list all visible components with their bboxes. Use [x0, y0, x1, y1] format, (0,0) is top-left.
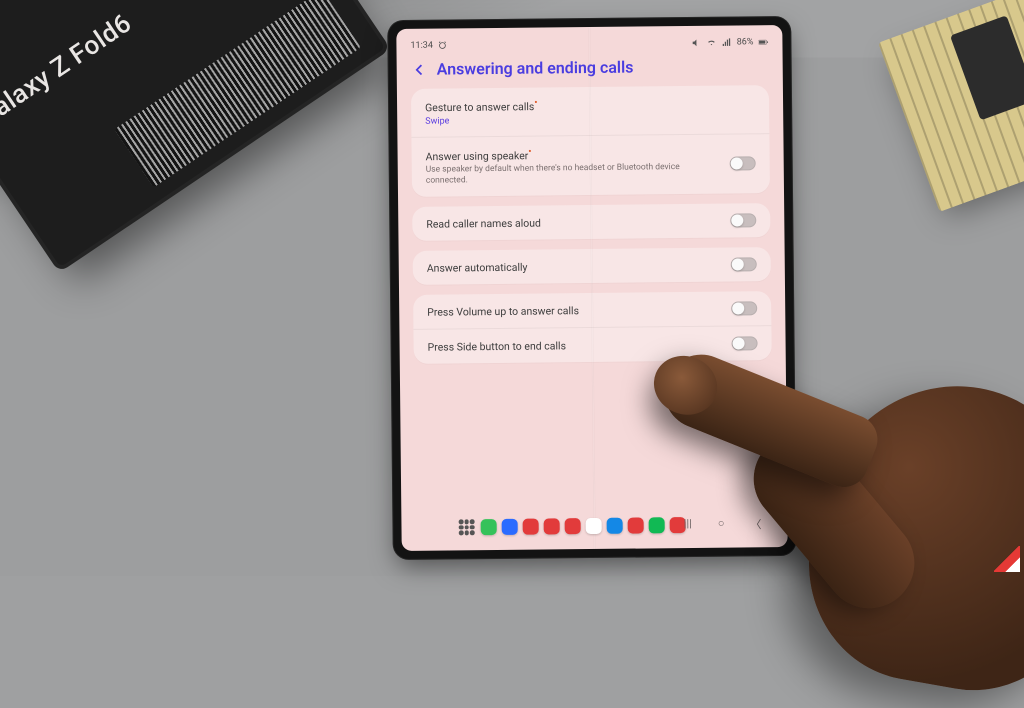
toggle-auto-answer[interactable]	[731, 257, 757, 271]
card-auto-answer: Answer automatically	[413, 247, 771, 285]
changed-dot-icon: •	[528, 146, 531, 157]
watermark-corner	[994, 546, 1020, 572]
row-subtitle: Use speaker by default when there's no h…	[426, 162, 720, 187]
settings-list: Gesture to answer calls• Swipe Answer us…	[411, 85, 772, 364]
page-title: Answering and ending calls	[437, 58, 634, 79]
alarm-icon	[438, 40, 448, 50]
back-nav-button[interactable]: 〈	[750, 516, 761, 532]
dock-app-youtube[interactable]	[586, 518, 602, 534]
dock-app-opera[interactable]	[523, 519, 539, 535]
battery-icon	[758, 37, 768, 47]
row-answer-automatically[interactable]: Answer automatically	[413, 247, 771, 285]
dock-app-settings[interactable]	[565, 518, 581, 534]
row-side-button-end[interactable]: Press Side button to end calls	[413, 325, 771, 364]
row-value: Swipe	[425, 113, 755, 126]
row-answer-using-speaker[interactable]: Answer using speaker• Use speaker by def…	[411, 133, 770, 197]
row-read-caller-names[interactable]: Read caller names aloud	[412, 203, 770, 241]
row-title: Answer using speaker	[426, 149, 529, 163]
row-title: Press Side button to end calls	[428, 337, 722, 353]
status-bar: 11:34 86%	[396, 25, 782, 57]
signal-icon	[722, 38, 732, 48]
row-gesture-to-answer[interactable]: Gesture to answer calls• Swipe	[411, 85, 769, 136]
app-dock	[458, 516, 686, 536]
apps-drawer-button[interactable]	[458, 518, 476, 536]
toggle-read-names[interactable]	[730, 213, 756, 227]
row-volume-up-answer[interactable]: Press Volume up to answer calls	[413, 291, 771, 329]
dock-app-phone[interactable]	[481, 519, 497, 535]
dock-app-messages[interactable]	[502, 519, 518, 535]
nav-keys: ||| ○ 〈	[684, 516, 762, 533]
battery-text: 86%	[737, 37, 754, 47]
dock-app-record[interactable]	[628, 517, 644, 533]
card-read-caller: Read caller names aloud	[412, 203, 770, 241]
home-button[interactable]: ○	[718, 517, 725, 533]
fold-device: 11:34 86%	[387, 16, 797, 560]
wifi-icon	[707, 38, 717, 48]
dock-app-flipboard[interactable]	[544, 518, 560, 534]
toggle-answer-speaker[interactable]	[730, 157, 756, 171]
row-title: Gesture to answer calls	[425, 100, 534, 114]
card-answering-options: Gesture to answer calls• Swipe Answer us…	[411, 85, 770, 197]
row-title: Answer automatically	[427, 258, 721, 274]
product-box-brand-text: Galaxy Z Fold6	[0, 8, 137, 133]
toggle-side-btn[interactable]	[732, 336, 758, 350]
dock-app-browser[interactable]	[607, 518, 623, 534]
row-title: Read caller names aloud	[426, 214, 720, 230]
mute-icon	[692, 38, 702, 48]
card-hw-buttons: Press Volume up to answer calls Press Si…	[413, 291, 772, 364]
dock-app-spotify[interactable]	[649, 517, 665, 533]
row-title: Press Volume up to answer calls	[427, 302, 721, 318]
changed-dot-icon: •	[534, 98, 537, 109]
status-time: 11:34	[410, 41, 433, 51]
back-button[interactable]	[413, 62, 427, 76]
recents-button[interactable]: |||	[684, 517, 692, 533]
device-screen: 11:34 86%	[396, 25, 787, 551]
toggle-vol-up[interactable]	[731, 301, 757, 315]
page-header: Answering and ending calls	[397, 53, 783, 89]
